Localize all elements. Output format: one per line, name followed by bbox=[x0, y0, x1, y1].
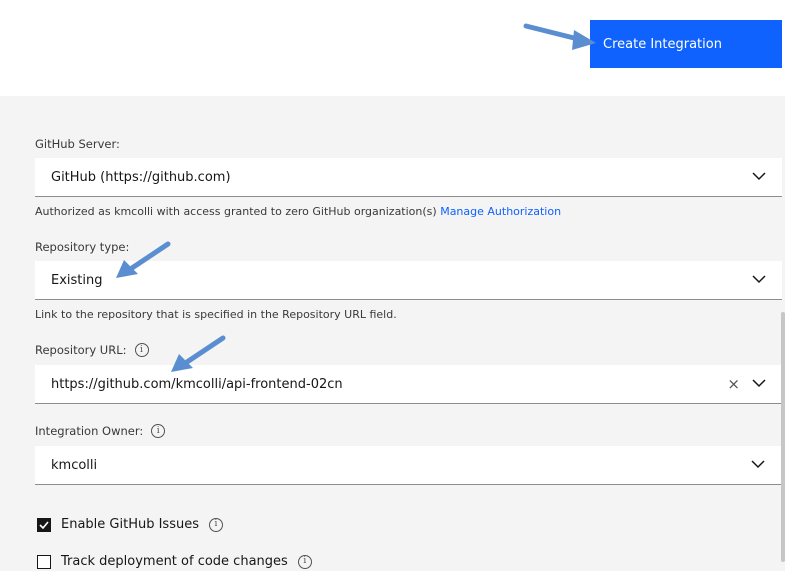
chevron-down-icon bbox=[752, 379, 766, 388]
repository-url-combobox[interactable]: https://github.com/kmcolli/api-frontend-… bbox=[35, 365, 782, 404]
arrow-annotation-icon bbox=[171, 335, 226, 372]
enable-github-issues-checkbox[interactable]: Enable GitHub Issues i bbox=[37, 517, 223, 532]
enable-github-issues-label: Enable GitHub Issues bbox=[61, 517, 199, 532]
github-server-label: GitHub Server: bbox=[35, 137, 120, 151]
info-icon[interactable]: i bbox=[209, 517, 223, 532]
integration-owner-select[interactable]: kmcolli bbox=[35, 446, 781, 485]
chevron-down-icon bbox=[751, 460, 765, 469]
integration-owner-label-text: Integration Owner: bbox=[35, 424, 144, 438]
checkmark-icon bbox=[39, 520, 49, 529]
manage-authorization-link[interactable]: Manage Authorization bbox=[440, 205, 561, 218]
chevron-down-icon bbox=[752, 275, 766, 284]
github-server-select[interactable]: GitHub (https://github.com) bbox=[35, 158, 782, 197]
repository-type-value: Existing bbox=[51, 272, 103, 288]
info-icon[interactable]: i bbox=[297, 554, 312, 569]
repository-type-helper-text: Link to the repository that is specified… bbox=[35, 308, 397, 321]
close-icon[interactable]: × bbox=[727, 375, 740, 393]
info-icon[interactable]: i bbox=[151, 424, 166, 438]
github-server-helper-text: Authorized as kmcolli with access grante… bbox=[35, 205, 437, 218]
repository-url-value: https://github.com/kmcolli/api-frontend-… bbox=[51, 376, 343, 392]
create-integration-button[interactable]: Create Integration bbox=[590, 20, 782, 68]
checkbox-checked[interactable] bbox=[37, 517, 51, 532]
github-server-helper: Authorized as kmcolli with access grante… bbox=[35, 205, 561, 218]
repository-url-label-text: Repository URL: bbox=[35, 343, 127, 357]
checkbox-unchecked[interactable] bbox=[37, 554, 51, 569]
repository-url-label: Repository URL: i bbox=[35, 343, 149, 357]
repository-type-helper: Link to the repository that is specified… bbox=[35, 308, 397, 321]
arrow-annotation-icon bbox=[116, 241, 171, 278]
integration-owner-label: Integration Owner: i bbox=[35, 424, 166, 438]
top-bar: Create Integration bbox=[0, 0, 785, 96]
github-server-label-text: GitHub Server: bbox=[35, 137, 120, 151]
arrow-annotation-icon bbox=[523, 23, 596, 50]
track-deployment-label: Track deployment of code changes bbox=[61, 554, 288, 569]
github-server-value: GitHub (https://github.com) bbox=[51, 169, 231, 185]
integration-owner-value: kmcolli bbox=[51, 457, 98, 473]
track-deployment-checkbox[interactable]: Track deployment of code changes i bbox=[37, 554, 312, 569]
info-icon[interactable]: i bbox=[134, 343, 149, 357]
scrollbar[interactable] bbox=[781, 312, 785, 562]
chevron-down-icon bbox=[752, 172, 766, 181]
